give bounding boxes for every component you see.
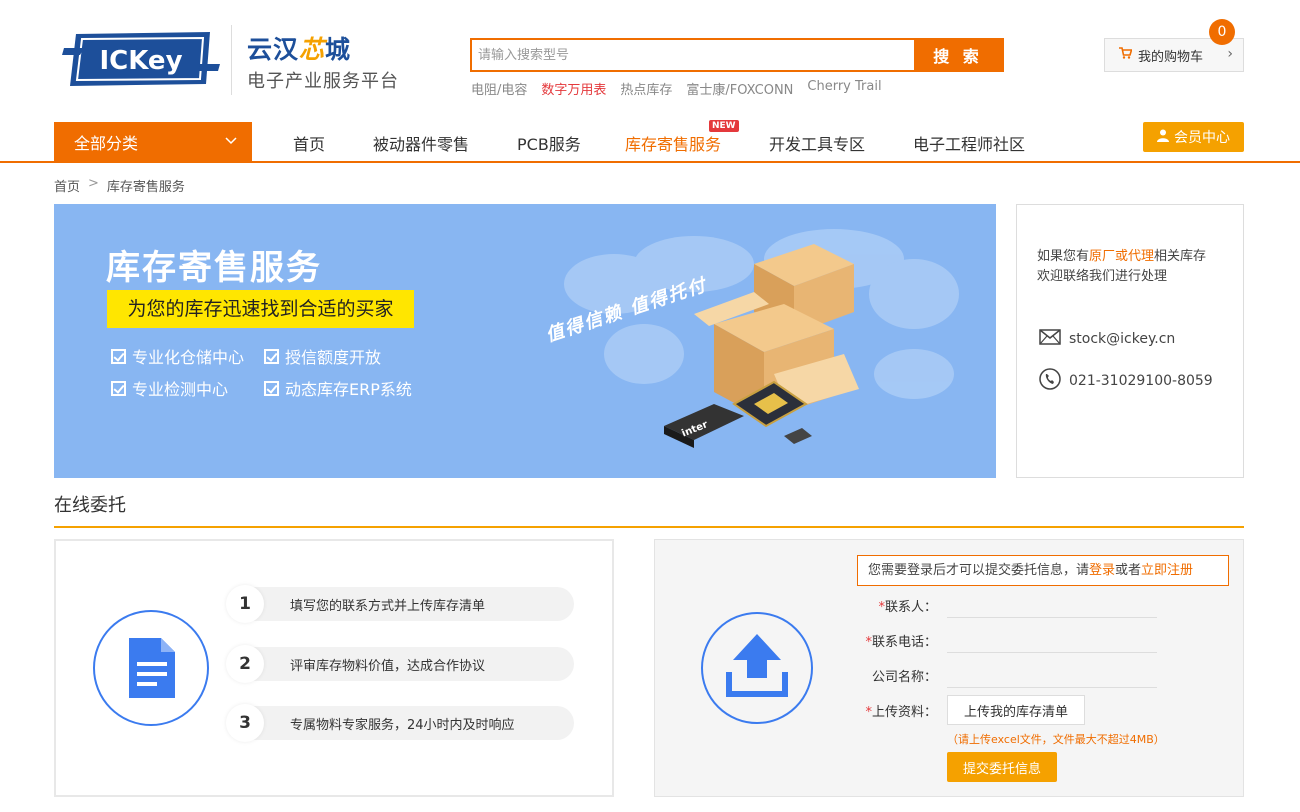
- company-name-field[interactable]: [947, 662, 1157, 688]
- hot-link[interactable]: 富士康/FOXCONN: [686, 79, 793, 98]
- login-link[interactable]: 登录: [1089, 563, 1115, 578]
- cart-label: 我的购物车: [1138, 49, 1204, 65]
- step-text: 填写您的联系方式并上传库存清单: [290, 598, 486, 614]
- feature-item: 动态库存ERP系统: [264, 376, 412, 400]
- consignment-banner: inter 库存寄售服务 为您的库存迅速找到合适的买家 专业化仓储中心 授信额度…: [54, 204, 996, 478]
- banner-title: 库存寄售服务: [106, 248, 322, 288]
- register-link[interactable]: 立即注册: [1141, 563, 1193, 578]
- nav-divider: [0, 161, 1300, 163]
- hot-link[interactable]: 电阻/电容: [471, 79, 527, 98]
- feature-item: 专业化仓储中心: [111, 344, 244, 368]
- mail-icon: [1039, 329, 1061, 349]
- upload-stock-list-button[interactable]: 上传我的库存清单: [947, 695, 1085, 725]
- feature-item: 专业检测中心: [111, 376, 228, 400]
- contact-card: 如果您有原厂或代理相关库存 欢迎联络我们进行处理 stock@ickey.cn …: [1016, 204, 1244, 478]
- checkbox-icon: [111, 380, 126, 396]
- step-item: 3 专属物料专家服务，24小时内及时响应: [226, 704, 574, 742]
- search-input[interactable]: [472, 40, 914, 70]
- step-number: 2: [226, 645, 264, 683]
- feature-item: 授信额度开放: [264, 344, 381, 368]
- nav-item-passive-components[interactable]: 被动器件零售: [373, 131, 469, 155]
- logo-divider: [231, 25, 232, 95]
- nav-item-community[interactable]: 电子工程师社区: [913, 131, 1025, 155]
- search-button[interactable]: 搜 索: [914, 40, 1002, 70]
- all-categories-button[interactable]: 全部分类: [54, 122, 252, 162]
- cart-count-badge: 0: [1209, 19, 1235, 45]
- nav-item-dev-tools[interactable]: 开发工具专区: [769, 131, 865, 155]
- consignment-form-panel: 您需要登录后才可以提交委托信息，请登录或者立即注册 *联系人： *联系电话： 公…: [654, 539, 1244, 797]
- new-badge: NEW: [709, 120, 739, 132]
- upload-icon: [726, 634, 788, 697]
- contact-name-label: *联系人：: [878, 600, 937, 615]
- nav-item-consignment[interactable]: 库存寄售服务: [625, 131, 721, 155]
- upload-hint: （请上传excel文件，文件最大不超过4MB）: [947, 733, 1165, 746]
- contact-name-field[interactable]: [947, 592, 1157, 618]
- checkbox-icon: [264, 380, 279, 396]
- upload-circle: [701, 612, 813, 724]
- chevron-right-icon: ›: [1227, 46, 1233, 62]
- upload-label: *上传资料：: [865, 705, 937, 720]
- contact-email-row: stock@ickey.cn: [1039, 329, 1175, 349]
- hot-link[interactable]: 热点库存: [620, 79, 672, 98]
- member-center-button[interactable]: 会员中心: [1143, 122, 1244, 152]
- cart-icon: [1119, 47, 1133, 63]
- company-name-label: 公司名称：: [871, 670, 937, 685]
- hot-link[interactable]: 数字万用表: [541, 79, 606, 98]
- hot-search-links: 电阻/电容 数字万用表 热点库存 富士康/FOXCONN Cherry Trai…: [471, 79, 882, 98]
- checkbox-icon: [111, 348, 126, 364]
- hot-link[interactable]: Cherry Trail: [807, 79, 881, 98]
- section-title: 在线委托: [54, 495, 126, 516]
- logo-text: ICKey: [99, 46, 182, 76]
- search-bar: 搜 索: [470, 38, 1004, 72]
- brand-name: 云汉芯城: [247, 35, 352, 64]
- phone-icon: [1039, 368, 1061, 394]
- user-icon: [1157, 129, 1169, 146]
- document-circle: [93, 610, 209, 726]
- chevron-down-icon: [224, 133, 238, 151]
- contact-phone-row: 021-31029100-8059: [1039, 368, 1213, 394]
- banner-subtitle: 为您的库存迅速找到合适的买家: [107, 290, 414, 328]
- step-number: 3: [226, 704, 264, 742]
- checkbox-icon: [264, 348, 279, 364]
- all-categories-label: 全部分类: [74, 134, 139, 153]
- section-divider: [54, 526, 1244, 528]
- member-center-label: 会员中心: [1174, 130, 1230, 146]
- nav-item-pcb[interactable]: PCB服务: [517, 131, 581, 155]
- contact-intro: 如果您有原厂或代理相关库存 欢迎联络我们进行处理: [1037, 249, 1207, 284]
- step-text: 专属物料专家服务，24小时内及时响应: [290, 717, 515, 733]
- step-item: 2 评审库存物料价值，达成合作协议: [226, 645, 574, 683]
- process-steps-panel: 1 填写您的联系方式并上传库存清单 2 评审库存物料价值，达成合作协议 3 专属…: [54, 539, 614, 797]
- breadcrumb-current: 库存寄售服务: [106, 180, 185, 195]
- step-number: 1: [226, 585, 264, 623]
- document-icon: [129, 638, 175, 698]
- contact-phone-field[interactable]: [947, 627, 1157, 653]
- contact-email[interactable]: stock@ickey.cn: [1069, 331, 1175, 347]
- breadcrumb: 首页 > 库存寄售服务: [54, 176, 185, 195]
- nav-item-home[interactable]: 首页: [293, 131, 325, 155]
- submit-consignment-button[interactable]: 提交委托信息: [947, 752, 1057, 782]
- step-item: 1 填写您的联系方式并上传库存清单: [226, 585, 574, 623]
- login-notice: 您需要登录后才可以提交委托信息，请登录或者立即注册: [857, 555, 1229, 586]
- site-logo[interactable]: ICKey: [62, 28, 220, 90]
- breadcrumb-separator: >: [88, 176, 99, 191]
- contact-phone-label: *联系电话：: [865, 635, 937, 650]
- brand-slogan: 电子产业服务平台: [247, 71, 399, 92]
- step-text: 评审库存物料价值，达成合作协议: [290, 658, 486, 674]
- contact-phone: 021-31029100-8059: [1069, 373, 1213, 389]
- breadcrumb-home[interactable]: 首页: [54, 176, 80, 195]
